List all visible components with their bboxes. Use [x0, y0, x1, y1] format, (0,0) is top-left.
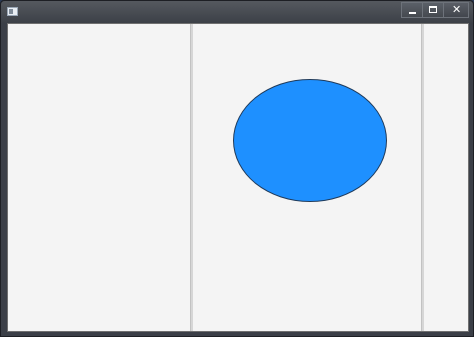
window-controls: ✕	[401, 2, 469, 18]
client-area	[7, 23, 469, 332]
center-pane[interactable]	[193, 24, 421, 331]
minimize-button[interactable]	[401, 2, 423, 18]
maximize-icon	[429, 6, 437, 13]
application-window: ✕	[0, 0, 474, 337]
left-pane[interactable]	[8, 24, 190, 331]
app-window-icon[interactable]	[7, 7, 18, 16]
minimize-icon	[409, 12, 416, 14]
close-button[interactable]: ✕	[443, 2, 469, 18]
close-icon: ✕	[452, 3, 462, 16]
title-bar[interactable]: ✕	[1, 1, 473, 23]
ellipse-shape[interactable]	[233, 79, 387, 202]
maximize-button[interactable]	[422, 2, 444, 18]
right-pane[interactable]	[424, 24, 468, 331]
